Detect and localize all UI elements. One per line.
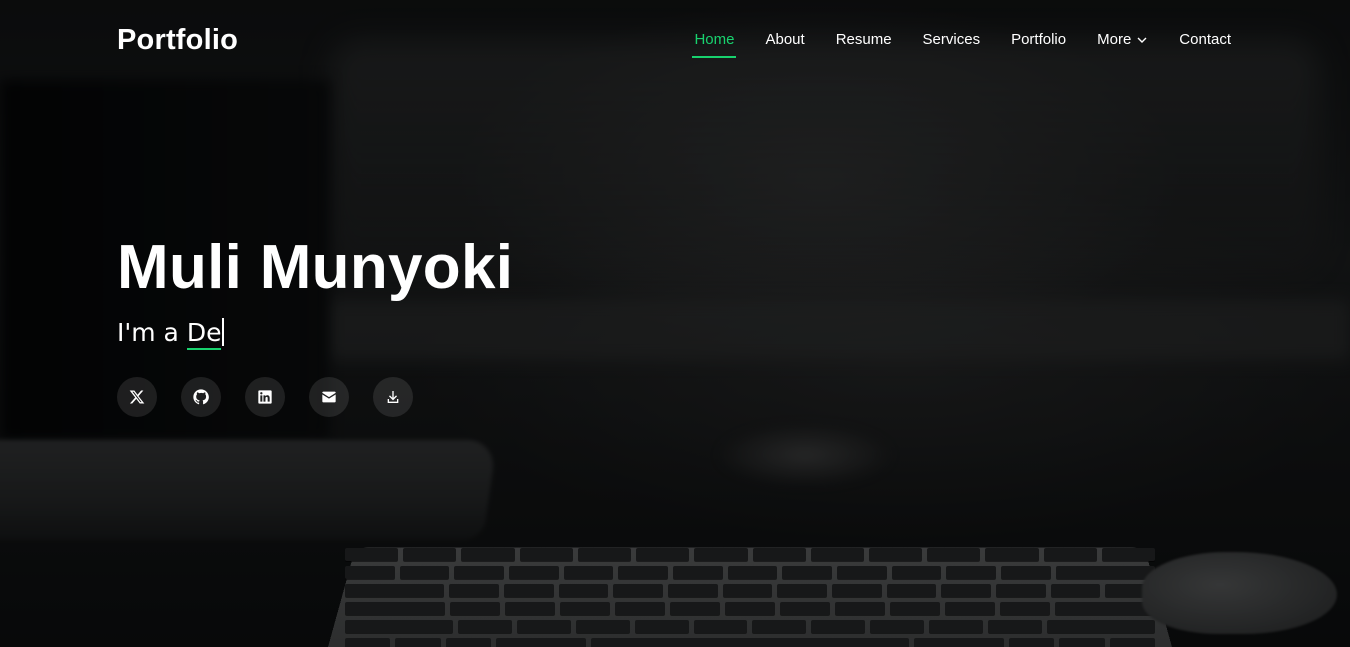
- typing-cursor: [222, 318, 225, 346]
- linkedin-link[interactable]: [245, 377, 285, 417]
- hero-name: Muli Munyoki: [117, 233, 514, 302]
- chevron-down-icon: [1137, 37, 1147, 43]
- nav-portfolio-link[interactable]: Portfolio: [1011, 31, 1066, 56]
- hero-subtitle-prefix: I'm a: [117, 318, 179, 347]
- nav-home-link[interactable]: Home: [692, 31, 737, 58]
- email-icon: [322, 391, 336, 403]
- email-link[interactable]: [309, 377, 349, 417]
- nav-more-dropdown[interactable]: More: [1097, 31, 1148, 56]
- social-links: [117, 377, 413, 417]
- nav-services-link[interactable]: Services: [923, 31, 981, 56]
- download-icon: [387, 391, 399, 403]
- x-twitter-link[interactable]: [117, 377, 157, 417]
- main-nav: Home About Resume Services Portfolio Mor…: [692, 31, 1231, 58]
- nav-resume-link[interactable]: Resume: [836, 31, 892, 56]
- site-logo[interactable]: Portfolio: [117, 24, 238, 57]
- nav-more-label: More: [1097, 31, 1132, 48]
- site-header: Portfolio Home About Resume Services Por…: [0, 0, 1350, 84]
- typed-text: De: [186, 317, 222, 350]
- nav-contact-link[interactable]: Contact: [1179, 31, 1231, 56]
- github-link[interactable]: [181, 377, 221, 417]
- hero-subtitle: I'm a De: [117, 317, 225, 350]
- linkedin-icon: [258, 390, 272, 404]
- nav-about-link[interactable]: About: [765, 31, 804, 56]
- typed-text-wrapper: De: [186, 317, 225, 350]
- download-resume-link[interactable]: [373, 377, 413, 417]
- x-twitter-icon: [129, 390, 145, 404]
- github-icon: [193, 389, 209, 405]
